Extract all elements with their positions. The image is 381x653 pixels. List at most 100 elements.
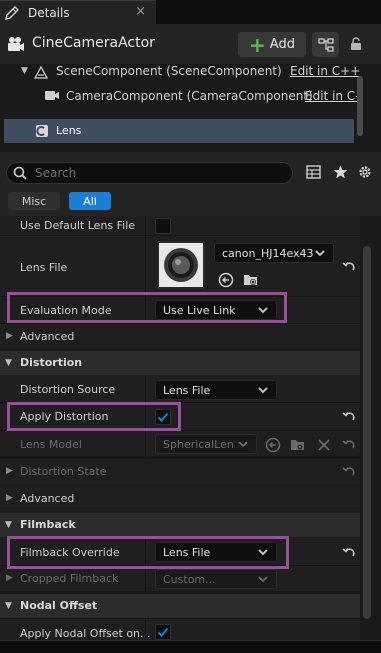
tree-scrollbar[interactable] [357,76,363,136]
column-divider [145,431,146,457]
category-label: Distortion [20,356,83,369]
property-label: Lens File [20,261,68,274]
folder-search-icon [291,440,304,450]
add-button-label: Add [269,37,295,52]
lens-file-value: canon_HJ14ex43 [222,246,314,260]
reset-arrow-icon [341,548,355,557]
search-field[interactable] [6,162,293,184]
cropped-filmback-dropdown[interactable]: Custom... [155,569,277,589]
settings-button[interactable] [356,163,374,181]
collapse-arrow-icon[interactable]: ▼ [5,601,12,611]
arrow-left-circle-icon [218,272,234,288]
reset-arrow-icon [341,412,355,421]
collapse-arrow-icon[interactable]: ▼ [5,358,12,368]
lock-button[interactable] [346,34,366,54]
folder-search-icon [244,275,257,285]
component-tree: ▼ SceneComponent (SceneComponent) Edit i… [0,64,381,152]
advanced-section-distortion[interactable]: ▶ Advanced [0,486,360,511]
filter-misc-button[interactable]: Misc [8,192,60,210]
column-divider [145,236,146,296]
apply-nodal-offset-checkbox[interactable] [155,624,171,640]
search-input[interactable] [35,166,275,180]
tree-item-lens[interactable]: Lens [4,119,354,143]
reset-arrow-icon [341,440,355,449]
scene-component-icon [33,65,49,79]
search-area: Misc All [0,152,381,216]
close-icon [318,439,330,451]
reset-to-default-button[interactable] [341,438,355,452]
distortion-source-value: Lens File [163,383,211,397]
property-row-use-default-lens-file: Use Default Lens File [0,216,360,236]
property-row-distortion-source: Distortion Source Lens File [0,376,360,403]
expand-arrow-icon[interactable]: ▶ [6,573,13,583]
lens-file-thumbnail[interactable] [157,241,205,289]
tree-item-scene-component[interactable]: ▼ SceneComponent (SceneComponent) Edit i… [0,61,381,83]
gear-icon [359,166,371,178]
advanced-label: Advanced [20,492,75,505]
distortion-state-section[interactable]: ▶ Distortion State [0,459,360,484]
reset-to-default-button[interactable] [341,410,355,424]
lens-component-icon [36,125,48,137]
lens-icon [164,248,198,282]
use-default-lens-file-checkbox[interactable] [155,218,171,234]
actor-header: CineCameraActor + Add [0,24,381,64]
lens-model-value: SphericalLen [163,437,234,451]
distortion-state-label: Distortion State [20,465,107,478]
bottom-status-strip [0,640,381,653]
lens-file-dropdown[interactable]: canon_HJ14ex43 [214,243,334,263]
use-selected-class-button[interactable] [265,437,281,453]
property-label: Apply Nodal Offset on... [20,627,151,640]
blueprint-button[interactable] [312,32,339,57]
property-row-lens-model: Lens Model SphericalLen [0,431,360,458]
edit-in-cpp-link[interactable]: Edit in C- [305,89,360,103]
tab-details[interactable]: Details × [0,0,156,24]
property-label: Distortion Source [20,383,116,396]
browse-class-button[interactable] [290,437,306,453]
category-nodal-offset[interactable]: ▼ Nodal Offset [0,594,360,618]
tree-item-camera-component[interactable]: CameraComponent (CameraComponent) Edit i… [0,85,381,107]
highlight-apply-distortion [7,402,181,431]
highlight-evaluation-mode [7,292,287,323]
chevron-down-icon [258,387,268,394]
browse-asset-button[interactable] [243,272,259,288]
edit-in-cpp-link[interactable]: Edit in C++ [290,64,360,78]
expand-arrow-icon[interactable]: ▶ [6,466,13,476]
use-selected-asset-button[interactable] [218,272,234,288]
tab-bar: Details × [0,0,381,24]
blueprint-icon [317,37,334,52]
add-component-button[interactable]: + Add [238,32,306,57]
expand-arrow-icon[interactable]: ▶ [6,331,13,341]
property-label: Use Default Lens File [20,219,136,232]
table-icon [305,165,321,179]
collapse-arrow-icon[interactable]: ▼ [5,520,12,530]
highlight-filmback-override [7,536,289,569]
star-icon [333,165,347,179]
actor-name: CineCameraActor [32,35,155,51]
property-row-lens-file: Lens File canon_HJ14ex43 [0,236,360,297]
category-label: Filmback [20,518,76,531]
reset-to-default-button[interactable] [341,260,355,274]
clear-button[interactable] [316,437,332,453]
lens-model-dropdown[interactable]: SphericalLen [155,434,257,454]
property-label: Cropped Filmback [20,572,119,585]
reset-to-default-button[interactable] [341,546,355,560]
column-divider [145,216,146,235]
details-scrollbar[interactable] [363,246,371,619]
advanced-section-lens[interactable]: ▶ Advanced [0,324,360,348]
reset-to-default-button[interactable] [341,465,355,479]
lock-icon [351,37,361,50]
distortion-source-dropdown[interactable]: Lens File [155,380,277,400]
category-distortion[interactable]: ▼ Distortion [0,351,360,375]
close-tab-icon[interactable]: × [135,4,146,19]
search-icon [13,166,27,180]
arrow-left-circle-icon [265,437,281,453]
table-view-button[interactable] [304,163,322,181]
favorites-button[interactable] [331,163,349,181]
filter-all-button[interactable]: All [69,192,111,210]
chevron-down-icon [315,250,325,257]
expand-arrow-icon[interactable]: ▶ [6,493,13,503]
tree-item-label: SceneComponent (SceneComponent) [56,64,282,78]
chevron-down-icon [238,441,248,448]
category-filmback[interactable]: ▼ Filmback [0,513,360,537]
expand-arrow-icon[interactable]: ▼ [21,66,28,76]
